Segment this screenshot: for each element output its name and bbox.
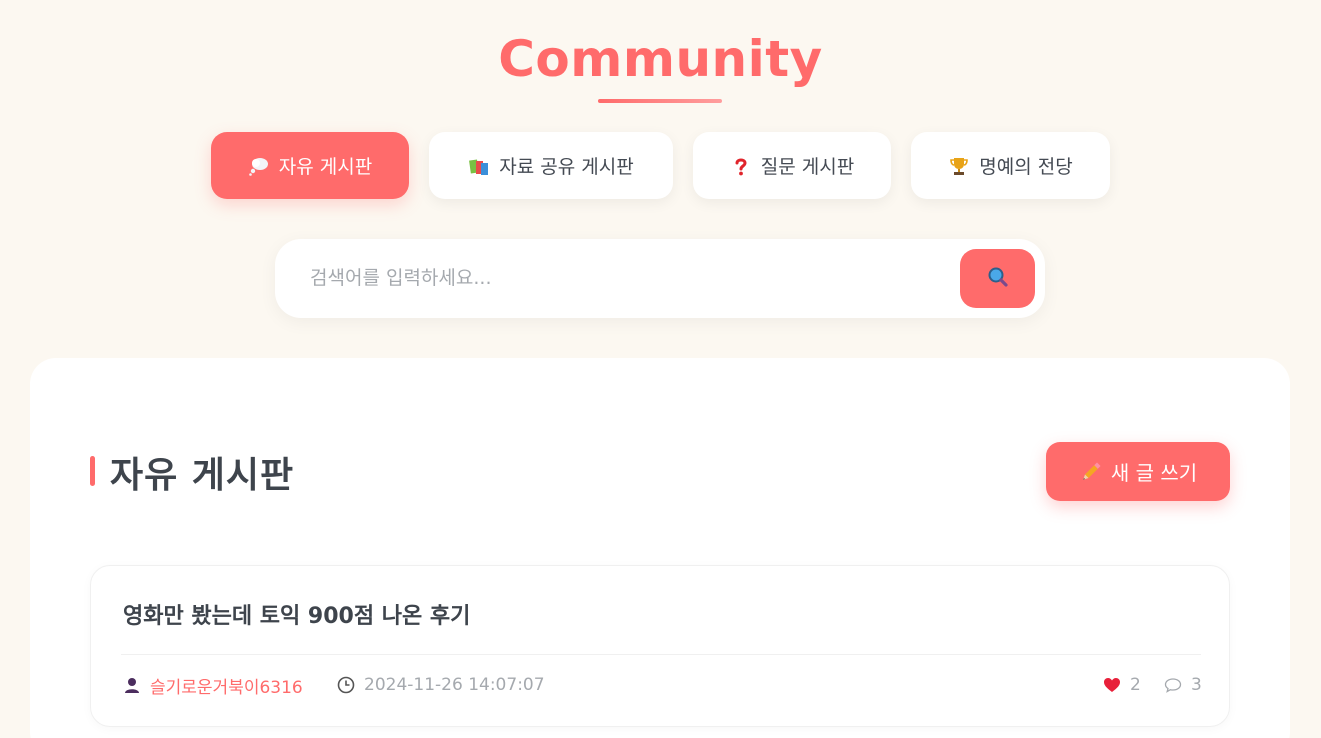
trophy-icon [948,155,970,177]
heart-icon [1103,676,1121,694]
tab-resource-board[interactable]: 자료 공유 게시판 [429,132,673,199]
new-post-button[interactable]: 새 글 쓰기 [1046,442,1230,501]
post-likes[interactable]: 2 [1103,673,1141,697]
post-divider [121,654,1201,655]
tab-label: 자유 게시판 [278,156,373,178]
thought-bubble-icon [248,155,270,177]
magnifier-icon [986,265,1010,293]
comments-count: 3 [1191,675,1202,695]
post-author[interactable]: 슬기로운거북이6316 [123,673,303,698]
section-accent-bar [90,456,95,486]
post-comments[interactable]: 3 [1164,673,1202,697]
user-icon [123,676,141,694]
search-button[interactable] [960,249,1035,308]
post-title[interactable]: 영화만 봤는데 토익 900점 나온 후기 [123,598,470,630]
board-tabs: 자유 게시판 자료 공유 게시판 질문 게시판 명예의 전당 [0,132,1321,199]
tab-question-board[interactable]: 질문 게시판 [693,132,891,199]
pencil-icon [1079,460,1103,484]
comment-bubble-icon [1164,676,1182,694]
tab-label: 명예의 전당 [979,156,1073,178]
likes-count: 2 [1130,675,1141,695]
post-item[interactable]: 영화만 봤는데 토익 900점 나온 후기 슬기로운거북이6316 2024-1… [90,565,1230,727]
search-input[interactable] [295,253,955,303]
date-text: 2024-11-26 14:07:07 [364,675,545,695]
community-page: Community 자유 게시판 자료 공유 게시판 질문 게시판 명예의 전당… [0,0,1321,738]
board-title: 자유 게시판 [110,455,295,496]
clock-icon [337,676,355,694]
question-mark-icon [730,155,752,177]
post-date: 2024-11-26 14:07:07 [337,673,545,697]
page-title: Community [498,30,823,88]
tab-label: 질문 게시판 [760,156,855,178]
tab-free-board[interactable]: 자유 게시판 [211,132,409,199]
books-icon [468,155,490,177]
search-bar [275,239,1045,318]
new-post-label: 새 글 쓰기 [1110,461,1198,485]
tab-label: 자료 공유 게시판 [499,156,634,178]
board-card: 자유 게시판 새 글 쓰기 영화만 봤는데 토익 900점 나온 후기 슬기로운… [30,358,1290,738]
author-name: 슬기로운거북이6316 [150,677,303,698]
title-underline [598,99,722,103]
tab-hall-of-fame[interactable]: 명예의 전당 [911,132,1110,199]
